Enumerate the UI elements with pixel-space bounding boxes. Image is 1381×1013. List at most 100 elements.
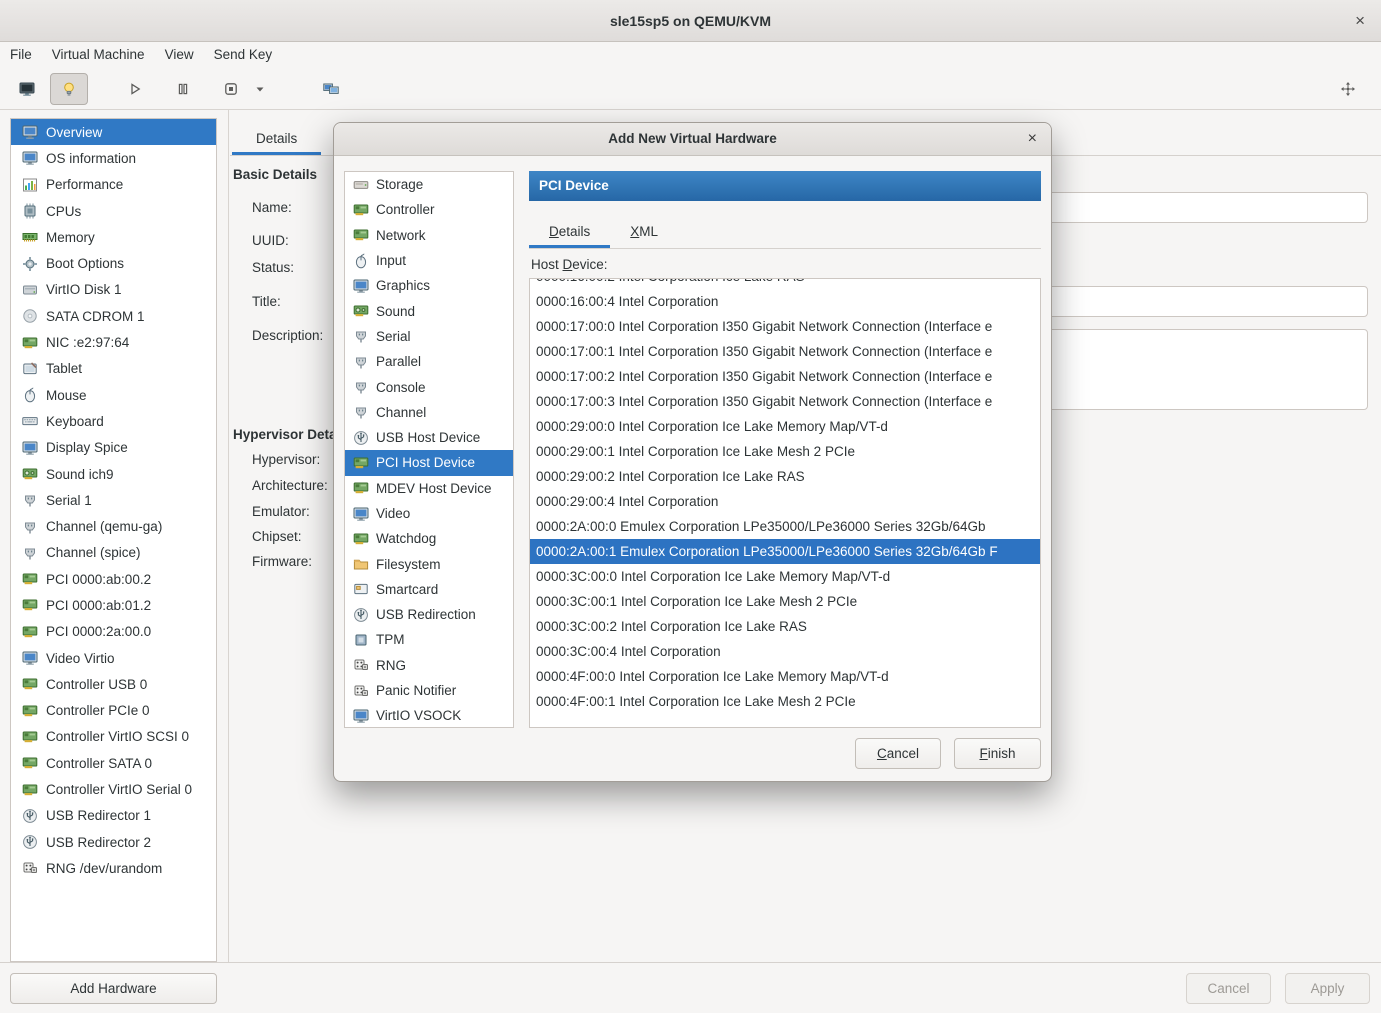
- dialog-cancel-button[interactable]: Cancel: [855, 738, 941, 769]
- pci-device-row[interactable]: 0000:3C:00:2 Intel Corporation Ice Lake …: [530, 614, 1040, 639]
- displays-button[interactable]: [312, 73, 350, 105]
- hardware-type-controller[interactable]: Controller: [345, 197, 513, 222]
- hardware-type-input[interactable]: Input: [345, 248, 513, 273]
- cancel-button[interactable]: Cancel: [1186, 973, 1271, 1004]
- pci-device-row[interactable]: 0000:16:00:4 Intel Corporation: [530, 289, 1040, 314]
- pci-device-row[interactable]: 0000:17:00:0 Intel Corporation I350 Giga…: [530, 314, 1040, 339]
- sidebar-item-performance[interactable]: Performance: [11, 172, 216, 198]
- pci-device-row[interactable]: 0000:2A:00:0 Emulex Corporation LPe35000…: [530, 514, 1040, 539]
- sidebar-item-nic-e2-97-64[interactable]: NIC :e2:97:64: [11, 329, 216, 355]
- hardware-type-pci-host-device[interactable]: PCI Host Device: [345, 450, 513, 475]
- dialog-tab-details[interactable]: Details: [529, 216, 610, 248]
- sidebar-item-pci-0000-2a-00-0[interactable]: PCI 0000:2a:00.0: [11, 619, 216, 645]
- sidebar-item-controller-pcie-0[interactable]: Controller PCIe 0: [11, 698, 216, 724]
- sidebar-item-sound-ich9[interactable]: Sound ich9: [11, 461, 216, 487]
- pci-device-row[interactable]: 0000:4F:00:1 Intel Corporation Ice Lake …: [530, 689, 1040, 714]
- hardware-type-tpm[interactable]: TPM: [345, 627, 513, 652]
- menu-view[interactable]: View: [155, 42, 204, 68]
- shutdown-button[interactable]: [212, 73, 250, 105]
- hardware-type-sound[interactable]: Sound: [345, 298, 513, 323]
- play-icon: [127, 80, 144, 97]
- sidebar-item-overview[interactable]: Overview: [11, 119, 216, 145]
- hardware-type-video[interactable]: Video: [345, 501, 513, 526]
- sidebar-item-keyboard[interactable]: Keyboard: [11, 408, 216, 434]
- hardware-type-storage[interactable]: Storage: [345, 172, 513, 197]
- menu-file[interactable]: File: [0, 42, 42, 68]
- pci-device-row[interactable]: 0000:3C:00:4 Intel Corporation: [530, 639, 1040, 664]
- sidebar-item-boot-options[interactable]: Boot Options: [11, 250, 216, 276]
- sidebar-item-display-spice[interactable]: Display Spice: [11, 435, 216, 461]
- window-close-icon[interactable]: ×: [1355, 0, 1365, 42]
- shutdown-menu-button[interactable]: [250, 73, 270, 105]
- sidebar-item-memory[interactable]: Memory: [11, 224, 216, 250]
- sidebar-item-controller-usb-0[interactable]: Controller USB 0: [11, 671, 216, 697]
- menu-send-key[interactable]: Send Key: [204, 42, 283, 68]
- hardware-type-console[interactable]: Console: [345, 374, 513, 399]
- pci-device-row[interactable]: 0000:29:00:0 Intel Corporation Ice Lake …: [530, 414, 1040, 439]
- watchdog-icon: [352, 530, 369, 547]
- pci-device-row[interactable]: 0000:17:00:1 Intel Corporation I350 Giga…: [530, 339, 1040, 364]
- hardware-sidebar: OverviewOS informationPerformanceCPUsMem…: [10, 118, 217, 962]
- pause-button[interactable]: [164, 73, 202, 105]
- apply-button[interactable]: Apply: [1285, 973, 1370, 1004]
- pci-device-row[interactable]: 0000:17:00:2 Intel Corporation I350 Giga…: [530, 364, 1040, 389]
- hardware-type-network[interactable]: Network: [345, 223, 513, 248]
- dialog-titlebar[interactable]: Add New Virtual Hardware ×: [334, 123, 1051, 156]
- sidebar-item-virtio-disk-1[interactable]: VirtIO Disk 1: [11, 277, 216, 303]
- dialog-close-icon[interactable]: ×: [1028, 123, 1037, 155]
- hardware-type-panic-notifier[interactable]: Panic Notifier: [345, 678, 513, 703]
- hardware-type-virtio-vsock[interactable]: VirtIO VSOCK: [345, 703, 513, 728]
- hardware-type-watchdog[interactable]: Watchdog: [345, 526, 513, 551]
- pci-device-row[interactable]: 0000:3C:00:1 Intel Corporation Ice Lake …: [530, 589, 1040, 614]
- pci-device-row[interactable]: 0000:4F:00:0 Intel Corporation Ice Lake …: [530, 664, 1040, 689]
- sidebar-item-controller-sata-0[interactable]: Controller SATA 0: [11, 750, 216, 776]
- sidebar-item-controller-virtio-scsi-0[interactable]: Controller VirtIO SCSI 0: [11, 724, 216, 750]
- host-device-list[interactable]: 0000:16:00:2 Intel Corporation Ice Lake …: [529, 278, 1041, 728]
- pci-device-row[interactable]: 0000:17:00:3 Intel Corporation I350 Giga…: [530, 389, 1040, 414]
- hardware-type-smartcard[interactable]: Smartcard: [345, 577, 513, 602]
- sidebar-item-pci-0000-ab-00-2[interactable]: PCI 0000:ab:00.2: [11, 566, 216, 592]
- add-hardware-button[interactable]: Add Hardware: [10, 973, 217, 1004]
- hardware-type-rng[interactable]: RNG: [345, 653, 513, 678]
- sidebar-item-mouse[interactable]: Mouse: [11, 382, 216, 408]
- main-tab-details[interactable]: Details: [232, 124, 321, 155]
- hardware-type-usb-redirection[interactable]: USB Redirection: [345, 602, 513, 627]
- hardware-type-mdev-host-device[interactable]: MDEV Host Device: [345, 476, 513, 501]
- sidebar-item-channel-spice[interactable]: Channel (spice): [11, 540, 216, 566]
- sidebar-item-os-information[interactable]: OS information: [11, 145, 216, 171]
- pci-icon: [21, 623, 38, 640]
- hardware-type-usb-host-device[interactable]: USB Host Device: [345, 425, 513, 450]
- sidebar-item-rng-dev-urandom[interactable]: RNG /dev/urandom: [11, 855, 216, 881]
- sidebar-item-sata-cdrom-1[interactable]: SATA CDROM 1: [11, 303, 216, 329]
- sidebar-item-pci-0000-ab-01-2[interactable]: PCI 0000:ab:01.2: [11, 592, 216, 618]
- sidebar-item-controller-virtio-serial-0[interactable]: Controller VirtIO Serial 0: [11, 776, 216, 802]
- pci-device-row[interactable]: 0000:16:00:2 Intel Corporation Ice Lake …: [530, 278, 1040, 289]
- resize-button[interactable]: [1329, 73, 1367, 105]
- hardware-type-label: Panic Notifier: [376, 683, 456, 698]
- dialog-tab-xml[interactable]: XML: [610, 216, 678, 248]
- pci-device-row[interactable]: 0000:29:00:1 Intel Corporation Ice Lake …: [530, 439, 1040, 464]
- menu-virtual-machine[interactable]: Virtual Machine: [42, 42, 155, 68]
- pci-device-row[interactable]: 0000:2A:00:1 Emulex Corporation LPe35000…: [530, 539, 1040, 564]
- details-button[interactable]: [50, 73, 88, 105]
- console-button[interactable]: [8, 73, 46, 105]
- sidebar-item-usb-redirector-1[interactable]: USB Redirector 1: [11, 803, 216, 829]
- hardware-type-filesystem[interactable]: Filesystem: [345, 551, 513, 576]
- sidebar-item-cpus[interactable]: CPUs: [11, 198, 216, 224]
- hardware-type-label: Network: [376, 228, 426, 243]
- hardware-type-parallel[interactable]: Parallel: [345, 349, 513, 374]
- sidebar-item-usb-redirector-2[interactable]: USB Redirector 2: [11, 829, 216, 855]
- hardware-type-channel[interactable]: Channel: [345, 400, 513, 425]
- sidebar-item-video-virtio[interactable]: Video Virtio: [11, 645, 216, 671]
- titlebar[interactable]: sle15sp5 on QEMU/KVM ×: [0, 0, 1381, 42]
- hardware-type-graphics[interactable]: Graphics: [345, 273, 513, 298]
- dialog-finish-button[interactable]: Finish: [954, 738, 1041, 769]
- sidebar-item-channel-qemu-ga[interactable]: Channel (qemu-ga): [11, 513, 216, 539]
- pci-device-row[interactable]: 0000:29:00:4 Intel Corporation: [530, 489, 1040, 514]
- sidebar-item-serial-1[interactable]: Serial 1: [11, 487, 216, 513]
- run-button[interactable]: [116, 73, 154, 105]
- hardware-type-serial[interactable]: Serial: [345, 324, 513, 349]
- pci-device-row[interactable]: 0000:3C:00:0 Intel Corporation Ice Lake …: [530, 564, 1040, 589]
- sidebar-item-tablet[interactable]: Tablet: [11, 356, 216, 382]
- pci-device-row[interactable]: 0000:29:00:2 Intel Corporation Ice Lake …: [530, 464, 1040, 489]
